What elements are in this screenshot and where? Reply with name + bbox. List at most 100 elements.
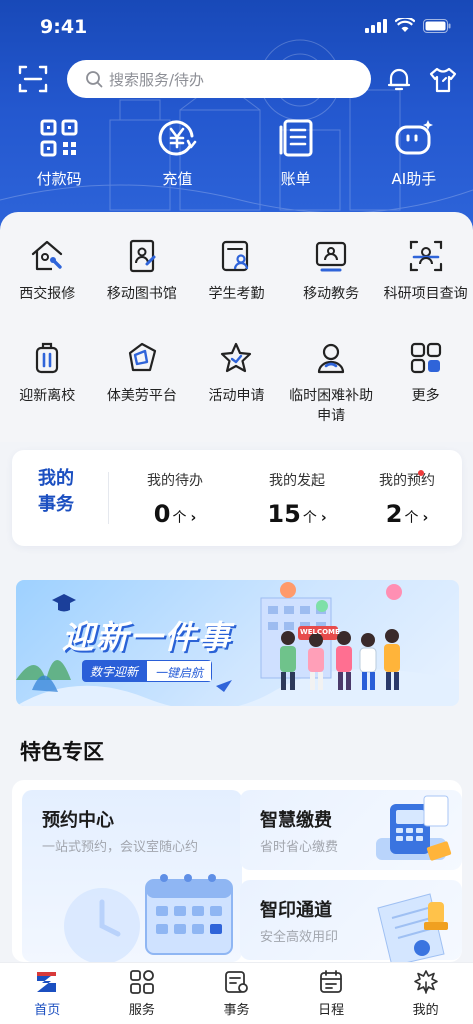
diamond-icon bbox=[128, 342, 156, 372]
calendar-icon bbox=[320, 970, 342, 993]
service-item-more[interactable]: 更多 bbox=[378, 340, 473, 426]
featured-booking-center[interactable]: 预约中心 一站式预约，会议室随心约 bbox=[22, 790, 242, 962]
tab-label: 事务 bbox=[223, 1003, 250, 1018]
affairs-title-line1: 我的 bbox=[38, 468, 74, 489]
scan-icon[interactable] bbox=[18, 64, 48, 94]
featured-section: 预约中心 一站式预约，会议室随心约 智慧缴费 省时省心缴费 智印通道 安全高效用… bbox=[12, 780, 462, 962]
service-label: 迎新离校 bbox=[19, 388, 76, 404]
ai-assistant-icon bbox=[395, 120, 433, 155]
notification-dot bbox=[418, 470, 424, 476]
featured-smart-payment[interactable]: 智慧缴费 省时省心缴费 bbox=[240, 790, 462, 870]
grid-more-icon bbox=[410, 342, 441, 374]
aid-icon bbox=[317, 343, 345, 374]
bell-icon[interactable] bbox=[386, 66, 412, 92]
quick-action-label: 付款码 bbox=[36, 170, 82, 188]
affairs-count: 0 bbox=[153, 500, 171, 528]
signal-icon bbox=[365, 18, 387, 33]
affairs-label: 我的待办 bbox=[147, 473, 203, 489]
quick-action-ai-assistant[interactable]: AI助手 bbox=[355, 118, 473, 198]
service-item-sports-arts[interactable]: 体美劳平台 bbox=[95, 340, 190, 426]
chevron-right-icon: › bbox=[190, 510, 197, 526]
luggage-icon bbox=[36, 342, 59, 374]
featured-subtitle: 一站式预约，会议室随心约 bbox=[42, 840, 199, 855]
quick-action-label: 充值 bbox=[162, 170, 193, 188]
service-item-activity[interactable]: 活动申请 bbox=[189, 340, 284, 426]
battery-icon bbox=[423, 18, 451, 33]
service-label: 西交报修 bbox=[19, 286, 76, 302]
affairs-title-line2: 事务 bbox=[38, 494, 74, 515]
service-row: 西交报修 移动图书馆 学生考勤 移动教务 科研项目查询 bbox=[0, 238, 473, 304]
library-icon bbox=[129, 239, 156, 273]
quick-action-pay-code[interactable]: 付款码 bbox=[0, 118, 118, 198]
wifi-icon bbox=[395, 18, 415, 32]
affairs-label: 我的预约 bbox=[379, 473, 435, 489]
affairs-count: 15 bbox=[267, 500, 301, 528]
quick-actions: 付款码 充值 账单 AI助手 bbox=[0, 118, 473, 198]
star-icon bbox=[221, 342, 252, 373]
tab-label: 日程 bbox=[318, 1003, 345, 1018]
quick-action-bill[interactable]: 账单 bbox=[237, 118, 355, 198]
affairs-reservation[interactable]: 我的预约 2 个 › bbox=[352, 470, 462, 528]
service-label: 体美劳平台 bbox=[106, 388, 177, 404]
featured-seal-channel[interactable]: 智印通道 安全高效用印 bbox=[240, 880, 462, 962]
research-scan-icon bbox=[409, 240, 442, 272]
service-label: 更多 bbox=[411, 388, 440, 404]
status-time: 9:41 bbox=[40, 16, 88, 38]
tab-label: 服务 bbox=[128, 1003, 155, 1018]
skin-theme-icon[interactable] bbox=[428, 66, 458, 94]
service-item-repair[interactable]: 西交报修 bbox=[0, 238, 95, 304]
affairs-unit: 个 bbox=[302, 510, 317, 526]
search-input[interactable]: 搜索服务/待办 bbox=[67, 60, 371, 98]
tab-services[interactable]: 服务 bbox=[95, 963, 190, 1024]
search-icon bbox=[86, 71, 103, 88]
quick-action-recharge[interactable]: 充值 bbox=[118, 118, 236, 198]
profile-icon bbox=[413, 970, 438, 994]
attendance-icon bbox=[222, 240, 249, 272]
calendar-clock-illustration bbox=[64, 874, 233, 962]
chevron-right-icon: › bbox=[422, 510, 429, 526]
banner-welcome-sign: WELCOME bbox=[300, 628, 340, 636]
service-item-research[interactable]: 科研项目查询 bbox=[378, 238, 473, 304]
service-item-academic[interactable]: 移动教务 bbox=[284, 238, 379, 304]
seal-stamp-illustration bbox=[377, 893, 448, 962]
chevron-right-icon: › bbox=[320, 510, 327, 526]
tab-schedule[interactable]: 日程 bbox=[284, 963, 379, 1024]
service-label: 移动图书馆 bbox=[106, 286, 177, 302]
yen-recharge-icon bbox=[159, 120, 197, 156]
affairs-label: 我的发起 bbox=[269, 473, 325, 489]
my-affairs-card: 我的 事务 我的待办 0 个 › 我的发起 15 个 › 我的预约 2 个 › bbox=[12, 450, 462, 546]
affairs-unit: 个 bbox=[404, 510, 419, 526]
search-placeholder: 搜索服务/待办 bbox=[109, 70, 205, 89]
service-label: 移动教务 bbox=[303, 286, 360, 302]
service-label: 科研项目查询 bbox=[383, 286, 468, 302]
featured-title: 智印通道 bbox=[260, 900, 332, 921]
featured-subtitle: 省时省心缴费 bbox=[260, 840, 339, 855]
tab-home[interactable]: 首页 bbox=[0, 963, 95, 1024]
tab-label: 首页 bbox=[34, 1003, 61, 1018]
affairs-icon bbox=[225, 971, 249, 993]
service-label: 临时困难补助申请 bbox=[289, 388, 374, 424]
status-icons bbox=[365, 18, 451, 33]
tab-affairs[interactable]: 事务 bbox=[189, 963, 284, 1024]
banner-tag: 一键启航 bbox=[146, 660, 213, 682]
service-item-library[interactable]: 移动图书馆 bbox=[95, 238, 190, 304]
service-item-attendance[interactable]: 学生考勤 bbox=[189, 238, 284, 304]
quick-action-label: AI助手 bbox=[391, 170, 437, 188]
tab-profile[interactable]: 我的 bbox=[378, 963, 473, 1024]
featured-section-title: 特色专区 bbox=[20, 740, 104, 764]
service-label: 活动申请 bbox=[208, 388, 265, 404]
banner-title: 迎新一件事 bbox=[62, 618, 233, 656]
service-item-enrollment[interactable]: 迎新离校 bbox=[0, 340, 95, 426]
top-toolbar: 搜索服务/待办 bbox=[0, 58, 473, 102]
featured-title: 预约中心 bbox=[42, 810, 114, 831]
affairs-todo[interactable]: 我的待办 0 个 › bbox=[120, 470, 230, 528]
welcome-banner[interactable]: 迎新一件事 数字迎新 一键启航 WELCOME bbox=[16, 580, 459, 706]
service-row: 迎新离校 体美劳平台 活动申请 临时困难补助申请 更多 bbox=[0, 340, 473, 426]
service-item-hardship-aid[interactable]: 临时困难补助申请 bbox=[284, 340, 379, 426]
affairs-initiated[interactable]: 我的发起 15 个 › bbox=[242, 470, 352, 528]
bottom-tab-bar: 首页 服务 事务 日程 我的 bbox=[0, 962, 473, 1024]
featured-subtitle: 安全高效用印 bbox=[260, 930, 339, 945]
tab-label: 我的 bbox=[412, 1003, 439, 1018]
home-icon bbox=[37, 972, 57, 992]
house-repair-icon bbox=[32, 240, 63, 271]
